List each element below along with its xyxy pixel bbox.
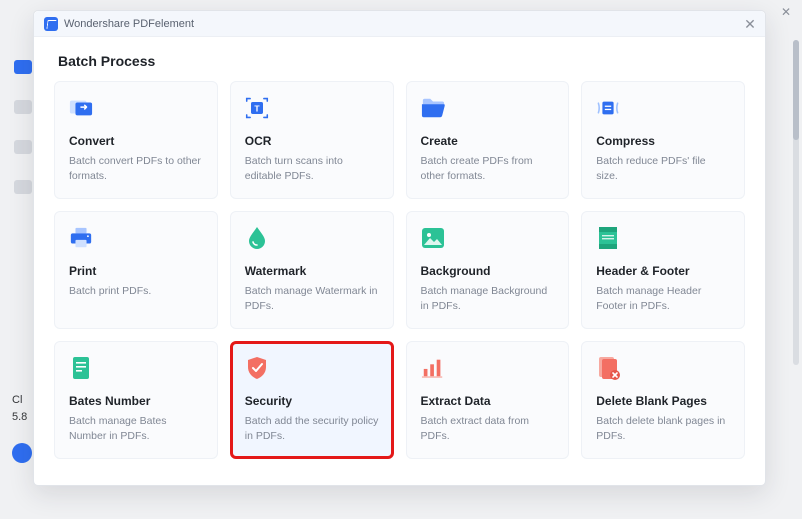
batch-cards-grid: Convert Batch convert PDFs to other form…	[54, 81, 745, 459]
image-icon	[421, 226, 445, 250]
card-create[interactable]: Create Batch create PDFs from other form…	[406, 81, 570, 199]
document-number-icon	[69, 356, 93, 380]
card-desc: Batch extract data from PDFs.	[421, 414, 555, 444]
svg-text:T: T	[254, 103, 260, 113]
droplet-icon	[245, 226, 269, 250]
main-window-close-icon[interactable]: ✕	[780, 6, 792, 18]
card-extract-data[interactable]: Extract Data Batch extract data from PDF…	[406, 341, 570, 459]
card-title: Convert	[69, 134, 203, 148]
card-desc: Batch manage Bates Number in PDFs.	[69, 414, 203, 444]
card-bates-number[interactable]: Bates Number Batch manage Bates Number i…	[54, 341, 218, 459]
card-convert[interactable]: Convert Batch convert PDFs to other form…	[54, 81, 218, 199]
compress-icon	[596, 96, 620, 120]
dialog-heading: Batch Process	[58, 53, 745, 69]
background-scrollbar[interactable]	[793, 40, 799, 365]
card-title: Create	[421, 134, 555, 148]
card-desc: Batch convert PDFs to other formats.	[69, 154, 203, 184]
ocr-icon: T	[245, 96, 269, 120]
card-title: Extract Data	[421, 394, 555, 408]
bg-left-line1: Cl	[12, 392, 27, 409]
background-scroll-thumb[interactable]	[793, 40, 799, 140]
bg-sidebar-item-4[interactable]	[14, 180, 32, 194]
dialog-close-button[interactable]: ✕	[743, 17, 757, 31]
printer-icon	[69, 226, 93, 250]
bar-chart-icon	[421, 356, 445, 380]
card-title: Print	[69, 264, 203, 278]
bg-sidebar-item-2[interactable]	[14, 100, 32, 114]
app-shell: ✕ Cl 5.8 Wondershare PDFelement ✕ Batch …	[0, 0, 802, 519]
card-background[interactable]: Background Batch manage Background in PD…	[406, 211, 570, 329]
card-title: Compress	[596, 134, 730, 148]
create-folder-icon	[421, 96, 445, 120]
card-header-footer[interactable]: Header & Footer Batch manage Header Foot…	[581, 211, 745, 329]
app-logo-icon	[44, 17, 58, 31]
card-title: Watermark	[245, 264, 379, 278]
delete-page-icon	[596, 356, 620, 380]
card-desc: Batch reduce PDFs' file size.	[596, 154, 730, 184]
card-ocr[interactable]: T OCR Batch turn scans into editable PDF…	[230, 81, 394, 199]
bg-left-line2: 5.8	[12, 409, 27, 426]
card-security[interactable]: Security Batch add the security policy i…	[230, 341, 394, 459]
background-sidebar	[14, 60, 32, 194]
card-title: OCR	[245, 134, 379, 148]
card-desc: Batch delete blank pages in PDFs.	[596, 414, 730, 444]
card-title: Header & Footer	[596, 264, 730, 278]
header-footer-icon	[596, 226, 620, 250]
dialog-titlebar: Wondershare PDFelement ✕	[34, 11, 765, 37]
card-desc: Batch add the security policy in PDFs.	[245, 414, 379, 444]
background-blue-button[interactable]	[12, 443, 32, 463]
batch-process-dialog: Wondershare PDFelement ✕ Batch Process C…	[33, 10, 766, 486]
shield-icon	[245, 356, 269, 380]
card-desc: Batch manage Background in PDFs.	[421, 284, 555, 314]
card-desc: Batch manage Header Footer in PDFs.	[596, 284, 730, 314]
bg-sidebar-item-1[interactable]	[14, 60, 32, 74]
convert-icon	[69, 96, 93, 120]
card-title: Bates Number	[69, 394, 203, 408]
card-desc: Batch print PDFs.	[69, 284, 203, 299]
card-title: Delete Blank Pages	[596, 394, 730, 408]
card-print[interactable]: Print Batch print PDFs.	[54, 211, 218, 329]
card-delete-blank-pages[interactable]: Delete Blank Pages Batch delete blank pa…	[581, 341, 745, 459]
bg-sidebar-item-3[interactable]	[14, 140, 32, 154]
app-title: Wondershare PDFelement	[64, 18, 194, 30]
card-title: Security	[245, 394, 379, 408]
card-desc: Batch turn scans into editable PDFs.	[245, 154, 379, 184]
card-title: Background	[421, 264, 555, 278]
card-watermark[interactable]: Watermark Batch manage Watermark in PDFs…	[230, 211, 394, 329]
card-compress[interactable]: Compress Batch reduce PDFs' file size.	[581, 81, 745, 199]
background-left-text: Cl 5.8	[12, 392, 27, 425]
card-desc: Batch create PDFs from other formats.	[421, 154, 555, 184]
card-desc: Batch manage Watermark in PDFs.	[245, 284, 379, 314]
dialog-body: Batch Process Convert Batch convert PDFs…	[34, 37, 765, 485]
